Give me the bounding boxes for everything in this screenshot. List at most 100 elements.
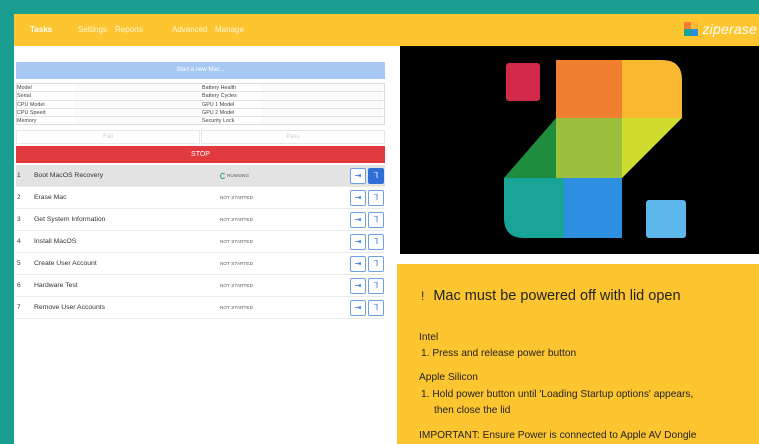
step-into-task-button[interactable]: ⅂ [368,256,384,272]
notice-title: ! Mac must be powered off with lid open [421,288,681,304]
info-row: CPU Speed GPU 2 Model [17,108,384,118]
skip-task-button[interactable]: ⇥ [350,168,366,184]
pass-button[interactable]: Pass [201,130,385,144]
start-new-mac-button[interactable]: Start a new Mac... [16,62,385,79]
arrow-to-bar-icon: ⇥ [354,281,362,290]
task-number: 5 [17,260,21,267]
task-status-text: NOT STARTED [220,261,254,266]
task-number: 6 [17,282,21,289]
top-nav-bar: Tasks Settings Reports Advanced Manage z… [14,14,759,46]
corner-arrow-icon: ⅂ [373,281,379,290]
important-note: IMPORTANT: Ensure Power is connected to … [419,430,697,441]
step-into-task-button[interactable]: ⅂ [368,168,384,184]
info-value-serial [75,92,201,100]
info-value-model [75,84,201,91]
stop-button[interactable]: STOP [16,146,385,163]
power-notice-panel: ! Mac must be powered off with lid open I… [397,264,759,444]
info-value-memory [75,117,201,125]
task-number: 2 [17,194,21,201]
task-name: Hardware Test [34,282,78,289]
skip-task-button[interactable]: ⇥ [350,190,366,206]
intel-step: 1. Press and release power button [421,348,577,359]
app-window: Tasks Settings Reports Advanced Manage z… [14,14,759,444]
arrow-to-bar-icon: ⇥ [354,237,362,246]
arrow-to-bar-icon: ⇥ [354,303,362,312]
task-name: Boot MacOS Recovery [34,172,104,179]
corner-arrow-icon: ⅂ [373,193,379,202]
fail-button[interactable]: Fail [16,130,200,144]
task-number: 1 [17,172,21,179]
nav-tab-advanced[interactable]: Advanced [172,25,208,34]
info-label-memory: Memory [17,118,37,125]
arrow-to-bar-icon: ⇥ [354,171,362,180]
nav-tab-reports[interactable]: Reports [115,25,143,34]
intel-heading: Intel [419,332,439,343]
silicon-step-continued: then close the lid [434,405,511,416]
info-value-gpu1-model [261,100,383,108]
task-status-text: NOT STARTED [220,195,254,200]
task-name: Erase Mac [34,194,67,201]
task-number: 4 [17,238,21,245]
silicon-heading: Apple Silicon [419,372,478,383]
task-status-text: NOT STARTED [220,305,254,310]
info-value-gpu2-model [261,108,383,116]
arrow-to-bar-icon: ⇥ [354,193,362,202]
task-row[interactable]: 6 Hardware Test NOT STARTED ⇥ ⅂ [16,275,385,297]
arrow-to-bar-icon: ⇥ [354,259,362,268]
info-value-cpu-speed [75,108,201,116]
step-into-task-button[interactable]: ⅂ [368,278,384,294]
task-row[interactable]: 2 Erase Mac NOT STARTED ⇥ ⅂ [16,187,385,209]
task-name: Install MacOS [34,238,77,245]
corner-arrow-icon: ⅂ [373,215,379,224]
arrow-to-bar-icon: ⇥ [354,215,362,224]
step-into-task-button[interactable]: ⅂ [368,212,384,228]
task-name: Remove User Accounts [34,304,106,311]
skip-task-button[interactable]: ⇥ [350,300,366,316]
info-value-cpu-model [75,100,201,108]
task-name: Create User Account [34,260,97,267]
info-row: CPU Model GPU 1 Model [17,100,384,109]
step-into-task-button[interactable]: ⅂ [368,234,384,250]
info-label-serial: Serial [17,93,31,100]
task-row[interactable]: 4 Install MacOS NOT STARTED ⇥ ⅂ [16,231,385,253]
skip-task-button[interactable]: ⇥ [350,234,366,250]
task-row[interactable]: 5 Create User Account NOT STARTED ⇥ ⅂ [16,253,385,275]
info-row: Memory Security Lock [17,117,384,125]
skip-task-button[interactable]: ⇥ [350,278,366,294]
spinner-icon [220,173,226,179]
task-row[interactable]: 3 Get System Information NOT STARTED ⇥ ⅂ [16,209,385,231]
silicon-step: 1. Hold power button until 'Loading Star… [421,389,694,400]
nav-tab-manage[interactable]: Manage [215,25,244,34]
info-value-security-lock [261,117,383,125]
task-status-text: NOT STARTED [220,239,254,244]
brand-logo: ziperase [684,19,757,39]
ziperase-logo-icon [684,22,699,36]
system-info-grid: Model Battery Health Serial Battery Cycl… [16,83,385,125]
corner-arrow-icon: ⅂ [373,237,379,246]
task-status: RUNNING [220,173,249,179]
task-status-text: NOT STARTED [220,283,254,288]
corner-arrow-icon: ⅂ [373,171,379,180]
info-label-gpu1-model: GPU 1 Model [202,101,235,108]
nav-tab-settings[interactable]: Settings [78,25,107,34]
step-into-task-button[interactable]: ⅂ [368,190,384,206]
ziperase-large-logo-icon [504,60,686,238]
task-status-text: RUNNING [227,173,250,179]
skip-task-button[interactable]: ⇥ [350,256,366,272]
corner-arrow-icon: ⅂ [373,259,379,268]
task-status-text: NOT STARTED [220,217,254,222]
info-label-battery-cycles: Battery Cycles [202,93,237,100]
corner-arrow-icon: ⅂ [373,303,379,312]
info-label-cpu-speed: CPU Speed [17,109,46,116]
skip-task-button[interactable]: ⇥ [350,212,366,228]
brand-name: ziperase [702,21,757,37]
step-into-task-button[interactable]: ⅂ [368,300,384,316]
info-value-battery-cycles [261,92,383,100]
nav-tab-tasks[interactable]: Tasks [30,25,52,34]
info-row: Serial Battery Cycles [17,92,384,101]
hero-logo-panel [400,46,759,254]
info-label-security-lock: Security Lock [202,118,235,125]
info-label-model: Model [17,85,32,91]
task-row[interactable]: 7 Remove User Accounts NOT STARTED ⇥ ⅂ [16,297,385,319]
task-row[interactable]: 1 Boot MacOS Recovery RUNNING ⇥ ⅂ [16,165,385,187]
